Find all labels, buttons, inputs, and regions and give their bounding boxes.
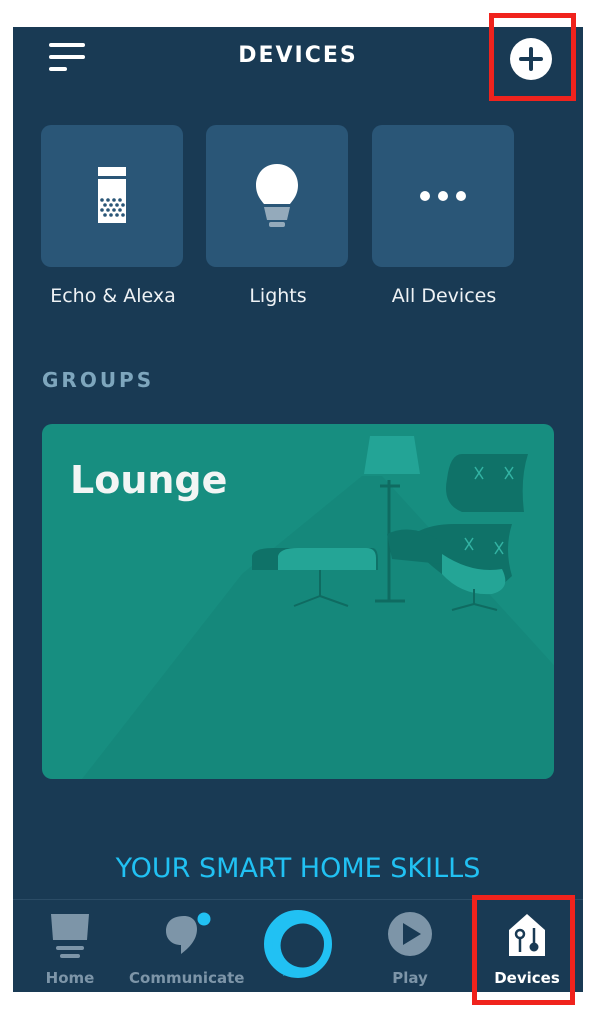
tab-home[interactable]: Home <box>33 900 107 992</box>
category-tile[interactable] <box>206 125 348 267</box>
light-bulb-icon <box>256 164 298 227</box>
more-dots-icon <box>420 191 466 201</box>
category-tile[interactable] <box>41 125 183 267</box>
group-card-lounge[interactable]: Lounge <box>42 424 554 779</box>
category-label: Lights <box>249 285 307 307</box>
tab-label: Communicate <box>129 969 245 987</box>
category-tile[interactable] <box>372 125 514 267</box>
add-device-button[interactable] <box>510 38 552 80</box>
category-all-devices[interactable]: All Devices <box>372 125 516 307</box>
plus-circle-icon <box>519 47 543 71</box>
devices-screen: DEVICES Echo & Alexa Lights All Devices … <box>13 27 583 992</box>
page-title: DEVICES <box>238 43 358 68</box>
alexa-button[interactable] <box>258 900 338 992</box>
bottom-tab-bar: Home Communicate Play Devices <box>13 899 583 992</box>
device-categories: Echo & Alexa Lights All Devices <box>41 125 561 325</box>
group-name: Lounge <box>70 458 228 502</box>
category-lights[interactable]: Lights <box>206 125 350 307</box>
header: DEVICES <box>13 27 583 107</box>
tab-communicate[interactable]: Communicate <box>129 900 245 992</box>
smart-home-skills-link[interactable]: YOUR SMART HOME SKILLS <box>13 853 583 884</box>
tab-label: Devices <box>494 969 560 987</box>
tab-play[interactable]: Play <box>373 900 447 992</box>
tab-label: Play <box>392 969 428 987</box>
alexa-ring-icon <box>264 910 332 978</box>
chat-bubble-icon <box>166 912 211 954</box>
home-icon <box>51 914 89 958</box>
category-echo-alexa[interactable]: Echo & Alexa <box>41 125 185 307</box>
groups-heading: GROUPS <box>42 368 155 392</box>
category-label: Echo & Alexa <box>50 285 176 307</box>
notification-badge <box>197 912 211 926</box>
tab-label: Home <box>45 969 95 987</box>
tab-devices[interactable]: Devices <box>487 900 567 992</box>
devices-house-icon <box>509 914 545 956</box>
play-icon <box>388 912 432 956</box>
echo-speaker-icon <box>98 167 126 223</box>
category-label: All Devices <box>391 285 497 307</box>
